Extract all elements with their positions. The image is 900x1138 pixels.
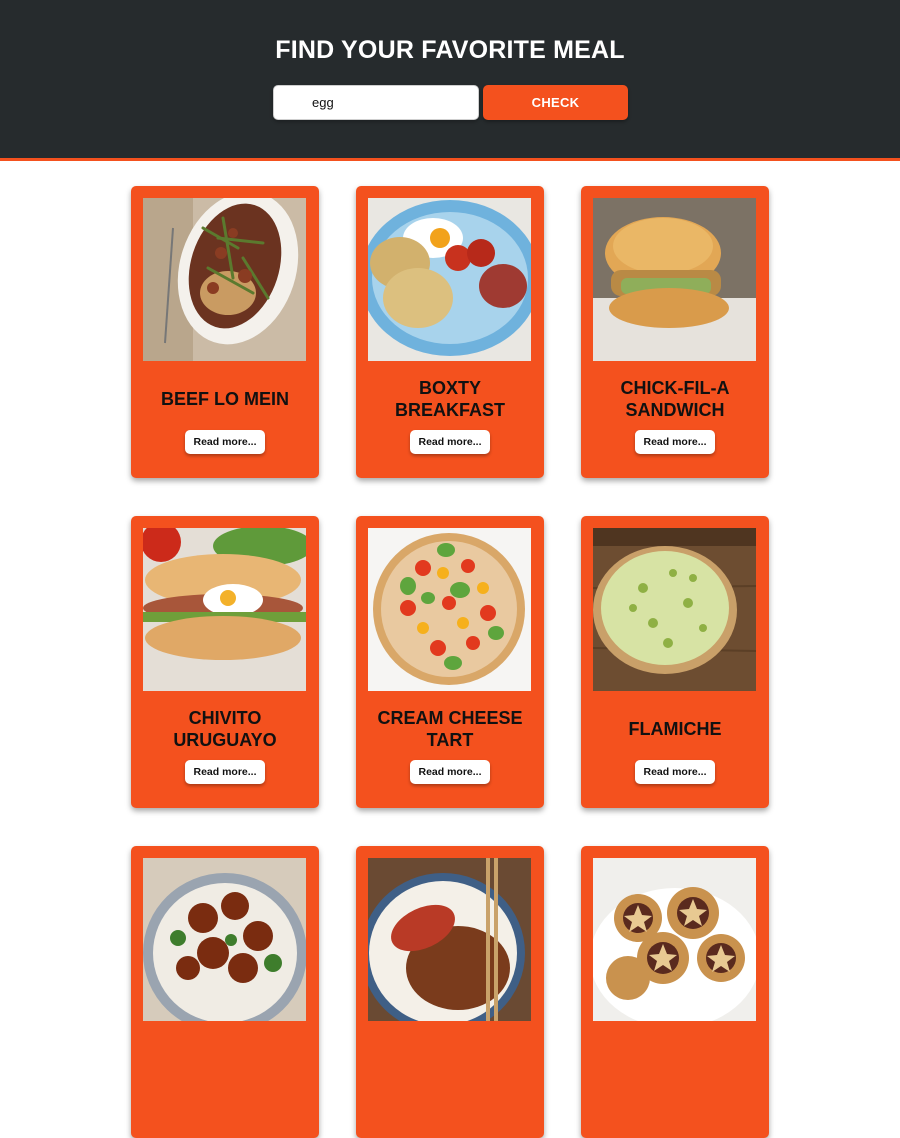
beef-lo-mein-photo [143,198,306,361]
read-more-button[interactable]: Read more... [410,430,490,454]
meal-card [581,846,769,1138]
search-input[interactable] [273,85,479,120]
meal-title: CHICK-FIL-A SANDWICH [620,378,730,420]
read-more-button[interactable]: Read more... [185,430,265,454]
chick-fil-a-sandwich-photo [593,198,756,361]
read-more-button[interactable]: Read more... [635,760,715,784]
meal-title [362,1032,538,1086]
boxty-breakfast-photo [368,198,531,361]
meal-card: CHIVITO URUGUAYO Read more... [131,516,319,808]
meal-card: CHICK-FIL-A SANDWICH Read more... [581,186,769,478]
meal-title: CREAM CHEESE TART [377,708,523,750]
glazed-chicken-rice-bowl-photo [143,858,306,1021]
meal-card: BOXTY BREAKFAST Read more... [356,186,544,478]
check-button[interactable]: CHECK [483,85,628,120]
meal-title: BEEF LO MEIN [160,389,289,409]
meal-title: FLAMICHE [628,719,722,739]
meal-grid: BEEF LO MEIN Read more... BOXTY BREAKFAS… [131,186,769,1138]
flamiche-photo [593,528,756,691]
meal-card: CREAM CHEESE TART Read more... [356,516,544,808]
read-more-button[interactable]: Read more... [410,760,490,784]
meal-title: CHIVITO URUGUAYO [173,708,277,750]
meal-card [356,846,544,1138]
meal-title [587,1032,763,1086]
katsu-curry-photo [368,858,531,1021]
meal-card: BEEF LO MEIN Read more... [131,186,319,478]
meal-card: FLAMICHE Read more... [581,516,769,808]
header: FIND YOUR FAVORITE MEAL CHECK [0,0,900,161]
read-more-button[interactable]: Read more... [185,760,265,784]
page-title: FIND YOUR FAVORITE MEAL [275,36,625,64]
chivito-uruguayo-photo [143,528,306,691]
meal-title [137,1032,313,1086]
meal-card [131,846,319,1138]
meal-title: BOXTY BREAKFAST [394,378,505,420]
cream-cheese-tart-photo [368,528,531,691]
read-more-button[interactable]: Read more... [635,430,715,454]
mince-pies-photo [593,858,756,1021]
